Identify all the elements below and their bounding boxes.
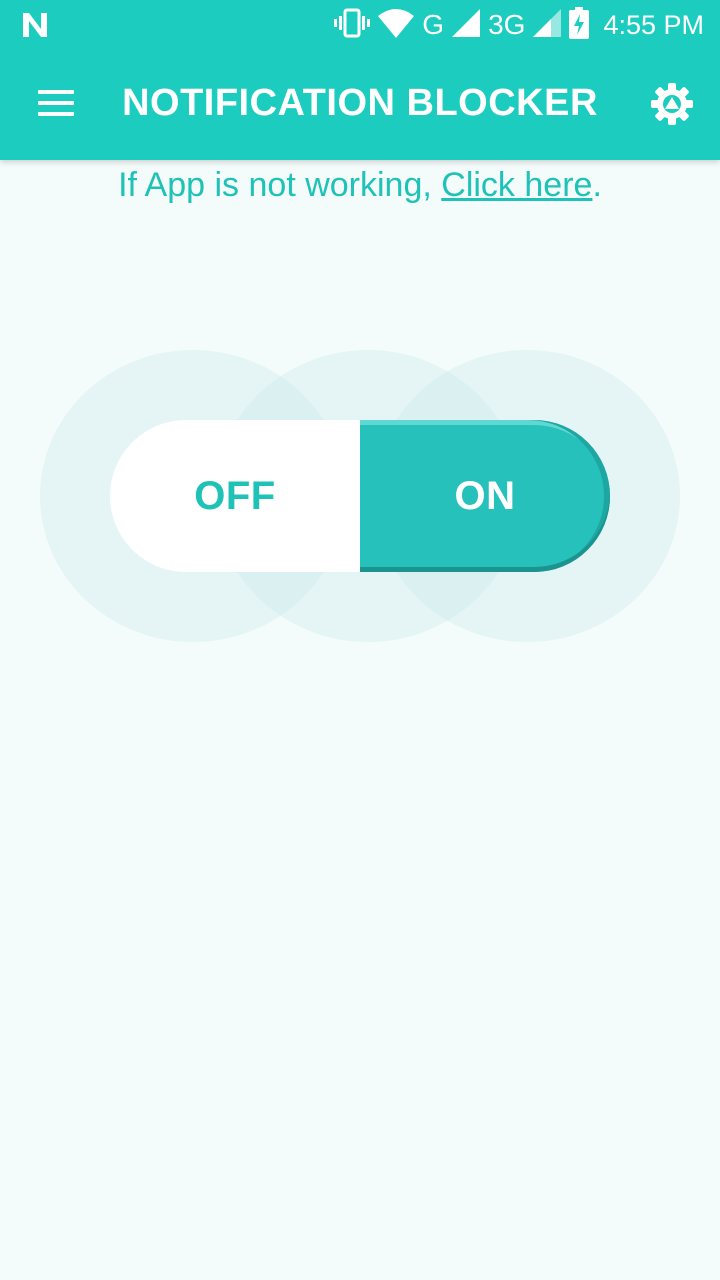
status-bar: G 3G 4:55 PM <box>0 0 720 50</box>
toggle-on-label: ON <box>454 473 516 518</box>
gear-icon[interactable] <box>648 80 696 128</box>
help-text: If App is not working, <box>118 166 442 204</box>
n-notification-icon <box>20 10 52 40</box>
signal-icon <box>452 8 481 42</box>
clock: 4:55 PM <box>603 9 704 40</box>
signal-icon-2 <box>533 8 562 42</box>
app-bar: NOTIFICATION BLOCKER <box>0 50 720 160</box>
click-here-link[interactable]: Click here <box>441 166 592 204</box>
help-message: If App is not working, Click here. <box>0 166 720 205</box>
toggle-on-button[interactable]: ON <box>360 420 610 572</box>
page-title: NOTIFICATION BLOCKER <box>122 82 598 124</box>
wifi-icon <box>378 8 415 43</box>
toggle-off-button[interactable]: OFF <box>110 420 360 572</box>
vibrate-icon <box>334 8 371 43</box>
network-type-3g: 3G <box>488 9 526 40</box>
status-icons: G 3G 4:55 PM <box>334 6 704 44</box>
top-bar: G 3G 4:55 PM NOTIFICATION BLOCKER <box>0 0 720 160</box>
network-type-g: G <box>422 9 445 40</box>
toggle-off-label: OFF <box>194 473 276 518</box>
help-suffix: . <box>592 166 602 204</box>
blocker-toggle[interactable]: OFF ON <box>110 420 610 572</box>
battery-charging-icon <box>569 6 590 44</box>
